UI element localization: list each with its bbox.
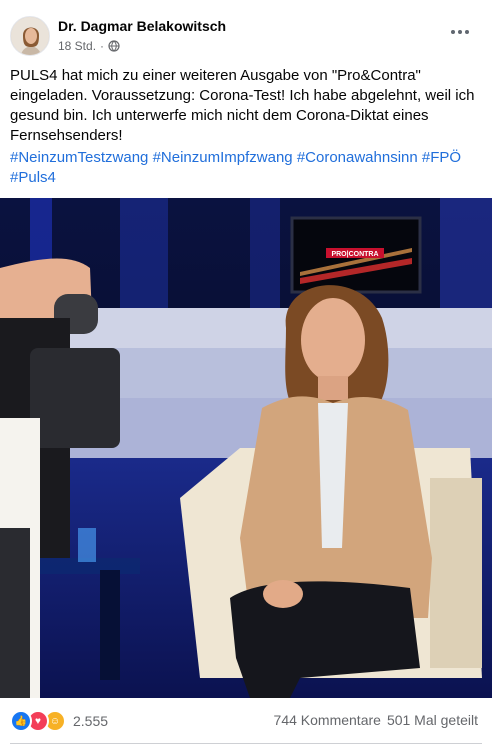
- reactions-summary[interactable]: 👍 ♥ ☺ 2.555: [10, 710, 108, 732]
- author-name[interactable]: Dr. Dagmar Belakowitsch: [58, 18, 226, 34]
- avatar[interactable]: [10, 16, 50, 56]
- more-options-icon[interactable]: [448, 24, 472, 40]
- engagement-counts: 744 Kommentare 501 Mal geteilt: [274, 712, 478, 728]
- tv-studio-photo: PRO|CONTRA: [0, 198, 492, 698]
- hashtag-link[interactable]: #FPÖ: [422, 149, 461, 166]
- post-header: Dr. Dagmar Belakowitsch 18 Std. ·: [0, 0, 492, 64]
- post-text: PULS4 hat mich zu einer weiteren Ausgabe…: [10, 67, 475, 144]
- avatar-image: [11, 17, 49, 55]
- post-meta: 18 Std. ·: [58, 39, 120, 53]
- hashtag-link[interactable]: #NeinzumImpfzwang: [153, 149, 293, 166]
- shares-count[interactable]: 501 Mal geteilt: [387, 712, 478, 728]
- hashtag-link[interactable]: #Puls4: [10, 169, 56, 186]
- post-photo[interactable]: PRO|CONTRA: [0, 198, 492, 698]
- screen-logo-text: PRO|CONTRA: [331, 251, 378, 258]
- hashtag-link[interactable]: #NeinzumTestzwang: [10, 149, 148, 166]
- post-footer: 👍 ♥ ☺ 2.555 744 Kommentare 501 Mal getei…: [0, 700, 492, 744]
- hashtag-list: #NeinzumTestzwang #NeinzumImpfzwang #Cor…: [10, 148, 480, 188]
- reaction-count[interactable]: 2.555: [73, 713, 108, 729]
- comments-count[interactable]: 744 Kommentare: [274, 712, 381, 728]
- hashtag-link[interactable]: #Coronawahnsinn: [297, 149, 418, 166]
- post-time[interactable]: 18 Std.: [58, 39, 96, 53]
- camera-bag: [30, 348, 120, 448]
- globe-icon: [108, 40, 120, 52]
- like-icon: 👍: [10, 710, 32, 732]
- facebook-post: Dr. Dagmar Belakowitsch 18 Std. · PULS4 …: [0, 0, 492, 744]
